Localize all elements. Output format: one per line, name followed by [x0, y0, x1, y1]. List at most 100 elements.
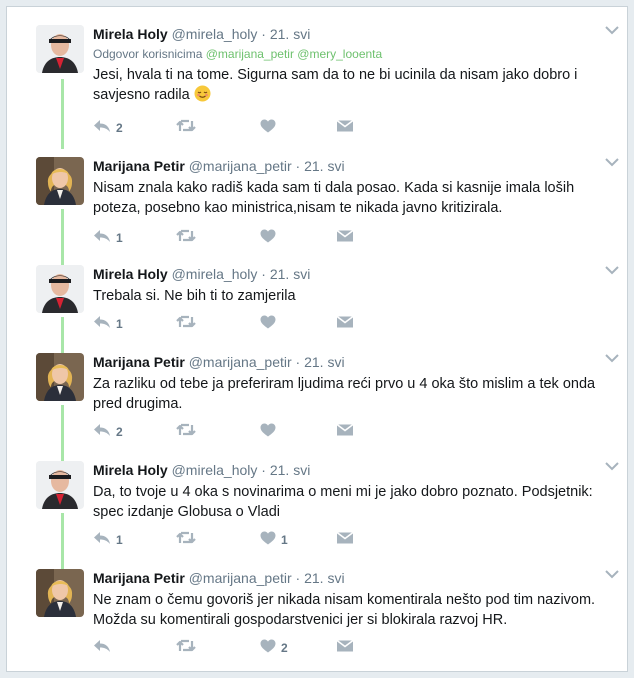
tweet-text: Trebala si. Ne bih ti to zamjerila [93, 288, 296, 304]
like-button[interactable] [260, 118, 281, 138]
heart-icon [260, 531, 276, 550]
reply-button[interactable] [93, 638, 116, 658]
tweet-content: Mirela Holy @mirela_holy · 21. svi Treba… [93, 265, 613, 306]
tweet-actions: 2 [93, 118, 393, 138]
username[interactable]: @marijana_petir [189, 570, 292, 586]
reply-icon [93, 229, 111, 248]
retweet-button[interactable] [176, 314, 201, 334]
relieved-face-emoji [194, 85, 211, 108]
retweet-icon [176, 639, 196, 658]
chevron-down-icon[interactable] [601, 457, 623, 475]
like-count: 1 [281, 533, 288, 547]
tweet-text: Da, to tvoje u 4 oka s novinarima o meni… [93, 484, 593, 520]
retweet-button[interactable] [176, 638, 201, 658]
tweet-header: Mirela Holy @mirela_holy · 21. svi [93, 265, 613, 283]
tweet-header: Marijana Petir @marijana_petir · 21. svi [93, 157, 613, 175]
mention-link[interactable]: @marijana_petir [206, 47, 294, 61]
reply-button[interactable]: 2 [93, 118, 123, 138]
like-button[interactable]: 1 [260, 530, 288, 550]
retweet-icon [176, 531, 196, 550]
direct-message-button[interactable] [336, 530, 354, 550]
chevron-down-icon[interactable] [601, 261, 623, 279]
timestamp[interactable]: 21. svi [304, 158, 344, 174]
like-button[interactable] [260, 228, 281, 248]
tweet-content: Mirela Holy @mirela_holy · 21. svi Odgov… [93, 25, 613, 108]
heart-icon [260, 229, 276, 248]
retweet-button[interactable] [176, 422, 201, 442]
reply-icon [93, 119, 111, 138]
retweet-button[interactable] [176, 530, 201, 550]
direct-message-button[interactable] [336, 422, 354, 442]
tweet-text: Nisam znala kako radiš kada sam ti dala … [93, 180, 575, 216]
username[interactable]: @marijana_petir [189, 158, 292, 174]
display-name[interactable]: Mirela Holy [93, 462, 168, 478]
reply-button[interactable]: 1 [93, 314, 123, 334]
username[interactable]: @mirela_holy [172, 266, 258, 282]
separator: · [261, 26, 266, 42]
direct-message-button[interactable] [336, 314, 354, 334]
timestamp[interactable]: 21. svi [270, 266, 310, 282]
heart-icon [260, 423, 276, 442]
reply-button[interactable]: 1 [93, 530, 123, 550]
retweet-button[interactable] [176, 228, 201, 248]
retweet-icon [176, 119, 196, 138]
chevron-down-icon[interactable] [601, 153, 623, 171]
reply-context: Odgovor korisnicima @marijana_petir @mer… [93, 46, 613, 62]
chevron-down-icon[interactable] [601, 349, 623, 367]
avatar[interactable] [36, 157, 84, 205]
retweet-button[interactable] [176, 118, 201, 138]
tweet-content: Marijana Petir @marijana_petir · 21. svi… [93, 353, 613, 414]
direct-message-button[interactable] [336, 638, 354, 658]
username[interactable]: @mirela_holy [172, 26, 258, 42]
avatar[interactable] [36, 569, 84, 617]
avatar[interactable] [36, 25, 84, 73]
username[interactable]: @mirela_holy [172, 462, 258, 478]
direct-message-icon [336, 423, 354, 442]
tweet-actions: 2 [93, 638, 393, 658]
reply-count: 2 [116, 425, 123, 439]
chevron-down-icon[interactable] [601, 21, 623, 39]
display-name[interactable]: Marijana Petir [93, 354, 185, 370]
heart-icon [260, 315, 276, 334]
like-button[interactable] [260, 422, 281, 442]
tweet-content: Marijana Petir @marijana_petir · 21. svi… [93, 157, 613, 218]
display-name[interactable]: Mirela Holy [93, 266, 168, 282]
tweet-header: Mirela Holy @mirela_holy · 21. svi [93, 25, 613, 43]
timestamp[interactable]: 21. svi [304, 354, 344, 370]
avatar[interactable] [36, 353, 84, 401]
direct-message-button[interactable] [336, 228, 354, 248]
timestamp[interactable]: 21. svi [270, 26, 310, 42]
direct-message-icon [336, 229, 354, 248]
tweet-actions: 2 [93, 422, 393, 442]
avatar[interactable] [36, 461, 84, 509]
separator: · [295, 354, 301, 370]
display-name[interactable]: Marijana Petir [93, 158, 185, 174]
username[interactable]: @marijana_petir [189, 354, 292, 370]
mention-link[interactable]: @mery_looenta [297, 47, 382, 61]
direct-message-button[interactable] [336, 118, 354, 138]
chevron-down-icon[interactable] [601, 565, 623, 583]
display-name[interactable]: Mirela Holy [93, 26, 168, 42]
conversation-thread: Mirela Holy @mirela_holy · 21. svi Odgov… [6, 6, 628, 672]
reply-count: 1 [116, 533, 123, 547]
display-name[interactable]: Marijana Petir [93, 570, 185, 586]
timestamp[interactable]: 21. svi [304, 570, 344, 586]
retweet-icon [176, 423, 196, 442]
reply-icon [93, 531, 111, 550]
tweet-actions: 1 [93, 228, 393, 248]
tweet-text: Ne znam o čemu govoriš jer nikada nisam … [93, 592, 596, 628]
timestamp[interactable]: 21. svi [270, 462, 310, 478]
reply-button[interactable]: 1 [93, 228, 123, 248]
tweet-header: Mirela Holy @mirela_holy · 21. svi [93, 461, 613, 479]
avatar[interactable] [36, 265, 84, 313]
tweet-text-body: Jesi, hvala ti na tome. Sigurna sam da t… [93, 67, 578, 103]
reply-button[interactable]: 2 [93, 422, 123, 442]
direct-message-icon [336, 315, 354, 334]
reply-count: 1 [116, 231, 123, 245]
separator: · [295, 158, 301, 174]
tweet-text: Za razliku od tebe ja preferiram ljudima… [93, 376, 596, 412]
separator: · [261, 266, 266, 282]
like-button[interactable] [260, 314, 281, 334]
like-button[interactable]: 2 [260, 638, 288, 658]
reply-icon [93, 423, 111, 442]
